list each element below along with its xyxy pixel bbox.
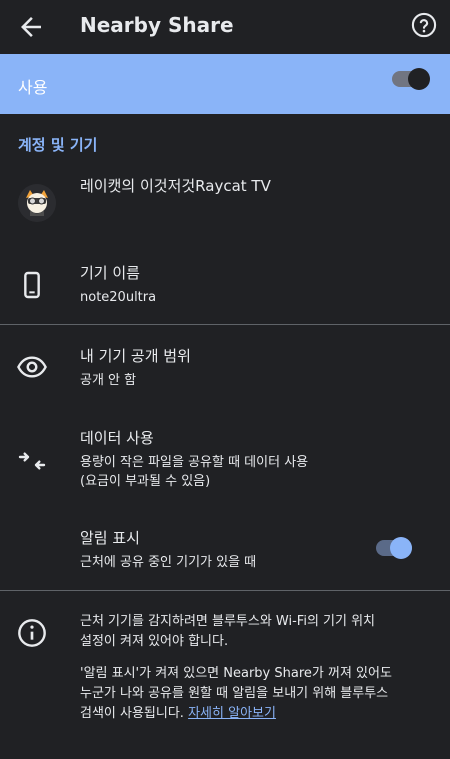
notification-title[interactable]: 알림 표시 (80, 527, 140, 548)
eye-icon (17, 356, 47, 378)
app-bar: Nearby Share (0, 0, 450, 54)
info-icon (18, 619, 46, 647)
raycat-avatar-icon (18, 184, 56, 222)
info-line: 검색이 사용됩니다. 자세히 알아보기 (80, 704, 440, 724)
info-line: 설정이 켜져 있어야 합니다. (80, 634, 229, 649)
info-paragraph-2: '알림 표시'가 켜져 있으면 Nearby Share가 꺼져 있어도 누군가… (80, 664, 440, 724)
account-avatar (18, 184, 56, 222)
data-usage-desc-2: (요금이 부과될 수 있음) (80, 474, 211, 489)
data-usage-title[interactable]: 데이터 사용 (80, 427, 154, 448)
back-arrow-icon[interactable] (16, 12, 46, 42)
master-toggle[interactable] (392, 68, 430, 90)
visibility-value: 공개 안 함 (80, 373, 137, 388)
device-name-title[interactable]: 기기 이름 (80, 262, 140, 283)
toggle-thumb (390, 537, 412, 559)
notification-desc: 근처에 공유 중인 기기가 있을 때 (80, 555, 257, 570)
divider (0, 324, 450, 325)
device-name-value: note20ultra (80, 290, 157, 305)
notification-toggle[interactable] (376, 537, 412, 559)
info-line: '알림 표시'가 켜져 있으면 Nearby Share가 꺼져 있어도 (80, 666, 392, 681)
info-line: 근처 기기를 감지하려면 블루투스와 Wi-Fi의 기기 위치 (80, 614, 376, 629)
master-switch-bar[interactable]: 사용 (0, 54, 450, 114)
info-line: 누군가 나와 공유를 원할 때 알림을 보내기 위해 블루투스 (80, 686, 389, 701)
help-icon[interactable] (410, 11, 438, 39)
account-name[interactable]: 레이캣의 이것저것Raycat TV (80, 175, 271, 196)
learn-more-link[interactable]: 자세히 알아보기 (188, 706, 276, 721)
page-title: Nearby Share (80, 13, 234, 37)
divider (0, 590, 450, 591)
info-line-text: 검색이 사용됩니다. (80, 706, 184, 721)
phone-icon (24, 271, 40, 299)
section-title: 계정 및 기기 (18, 136, 98, 154)
visibility-title[interactable]: 내 기기 공개 범위 (80, 345, 191, 366)
master-switch-label: 사용 (18, 78, 48, 97)
toggle-thumb (408, 68, 430, 90)
data-usage-arrows-icon (18, 452, 46, 470)
info-paragraph-1: 근처 기기를 감지하려면 블루투스와 Wi-Fi의 기기 위치 설정이 켜져 있… (80, 612, 440, 652)
data-usage-desc-1: 용량이 작은 파일을 공유할 때 데이터 사용 (80, 455, 309, 470)
